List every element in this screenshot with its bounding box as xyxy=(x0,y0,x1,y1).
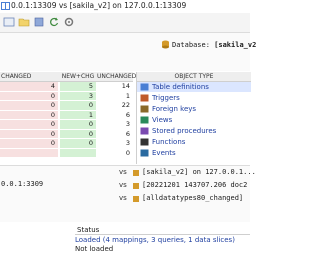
vs-label-1: vs xyxy=(119,168,127,176)
database-panel xyxy=(0,33,250,71)
trigger-icon xyxy=(140,94,149,102)
table-row[interactable]: 00 3 xyxy=(0,139,133,148)
object-type-label: Stored procedures xyxy=(152,127,217,135)
status-row-2: Not loaded xyxy=(75,245,114,253)
table-cell: 5 xyxy=(60,82,96,91)
database-icon xyxy=(133,170,139,176)
table-cell: 0 xyxy=(0,129,58,138)
table-cell xyxy=(0,148,58,157)
status-row-1: Loaded (4 mappings, 3 queries, 1 data sl… xyxy=(75,236,235,244)
object-type-item[interactable]: Table definitions xyxy=(137,82,251,92)
object-type-header-label[interactable]: OBJECT TYPE xyxy=(137,73,251,80)
table-icon xyxy=(140,83,149,91)
table-cell: 0 xyxy=(60,120,96,129)
open-icon[interactable] xyxy=(18,16,30,28)
object-type-item[interactable]: Events xyxy=(137,148,251,158)
table-cell: 0 xyxy=(0,139,58,148)
table-row[interactable]: 00 6 xyxy=(0,129,133,138)
column-header-changed[interactable]: CHANGED xyxy=(0,73,59,80)
table-cell: 1 xyxy=(125,91,130,100)
settings-icon[interactable] xyxy=(63,16,75,28)
procedure-icon xyxy=(140,127,149,135)
table-cell xyxy=(60,148,96,157)
table-cell: 3 xyxy=(125,120,130,128)
view-icon xyxy=(140,116,149,124)
database-name: [sakila_v2 xyxy=(214,41,257,49)
key-icon xyxy=(140,105,149,113)
left-source: 0.0.1:3309 xyxy=(1,180,44,188)
database-label: Database: [sakila_v2 xyxy=(172,41,256,49)
object-type-item[interactable]: Functions xyxy=(137,137,251,147)
object-type-label: Table definitions xyxy=(152,83,209,91)
refresh-icon[interactable] xyxy=(48,16,60,28)
table-cell: 0 xyxy=(125,148,130,157)
event-icon xyxy=(140,149,149,157)
table-row[interactable]: 0 xyxy=(0,148,133,157)
table-header: CHANGED NEW+CHG UNCHANGED xyxy=(0,72,136,82)
window-title: 0.0.1:13309 vs [sakila_v2] on 127.0.0.1:… xyxy=(11,1,187,10)
table-row[interactable]: 01 6 xyxy=(0,110,133,119)
table-cell: 0 xyxy=(60,129,96,138)
object-type-header: OBJECT TYPE xyxy=(137,72,251,82)
object-type-item[interactable]: Foreign keys xyxy=(137,104,251,114)
comparison-counts-table: CHANGED NEW+CHG UNCHANGED 4 5 14 0 3 1 0 0 22 0 1 6… xyxy=(0,72,136,164)
object-type-label: Views xyxy=(152,116,173,124)
column-header-unchanged[interactable]: UNCHANGED xyxy=(97,73,136,80)
table-cell: 0 xyxy=(0,91,58,100)
title-bar: 0.0.1:13309 vs [sakila_v2] on 127.0.0.1:… xyxy=(0,0,250,12)
compare-target-2[interactable]: [20221201 143707.206 doc2 xyxy=(142,181,247,189)
table-cell: 0 xyxy=(0,120,58,129)
table-cell: 0 xyxy=(0,101,58,110)
new-compare-icon[interactable] xyxy=(3,16,15,28)
database-icon xyxy=(162,40,169,49)
function-icon xyxy=(140,138,149,146)
table-cell: 4 xyxy=(0,82,58,91)
table-row[interactable]: 0 0 22 xyxy=(0,101,133,110)
object-type-label: Functions xyxy=(152,138,186,146)
object-type-item[interactable]: Views xyxy=(137,115,251,125)
save-icon[interactable] xyxy=(33,16,45,28)
vs-label-2: vs xyxy=(119,181,127,189)
table-cell: 22 xyxy=(121,101,130,109)
object-type-list: OBJECT TYPE Table definitions Triggers For… xyxy=(136,72,251,164)
database-label-text: Database: xyxy=(172,41,215,49)
table-cell: 1 xyxy=(60,110,96,119)
table-row[interactable]: 00 3 xyxy=(0,120,133,129)
database-icon xyxy=(133,196,139,202)
table-cell: 6 xyxy=(125,129,130,138)
table-cell: 3 xyxy=(125,139,130,147)
vs-label-3: vs xyxy=(119,194,127,202)
status-header-label[interactable]: Status xyxy=(77,226,99,234)
table-cell: 6 xyxy=(125,110,130,119)
column-header-new-chg[interactable]: NEW+CHG xyxy=(60,73,96,80)
object-type-item[interactable]: Stored procedures xyxy=(137,126,251,136)
table-cell: 0 xyxy=(60,139,96,148)
compare-target-3[interactable]: [alldatatypes80_changed] xyxy=(142,194,243,202)
object-type-item[interactable]: Triggers xyxy=(137,93,251,103)
database-icon xyxy=(133,183,139,189)
table-cell: 0 xyxy=(0,110,58,119)
table-row[interactable]: 03 1 xyxy=(0,91,133,100)
table-cell: 0 xyxy=(60,101,96,110)
status-header: Status xyxy=(75,226,250,235)
compare-target-1[interactable]: [sakila_v2] on 127.0.0.1... xyxy=(142,168,256,176)
table-cell: 3 xyxy=(60,91,96,100)
app-icon xyxy=(1,2,10,10)
object-type-label: Events xyxy=(152,149,176,157)
toolbar xyxy=(0,13,250,33)
table-cell: 14 xyxy=(121,82,130,90)
object-type-label: Triggers xyxy=(152,94,180,102)
object-type-label: Foreign keys xyxy=(152,105,197,113)
table-row[interactable]: 4 5 14 xyxy=(0,82,133,91)
